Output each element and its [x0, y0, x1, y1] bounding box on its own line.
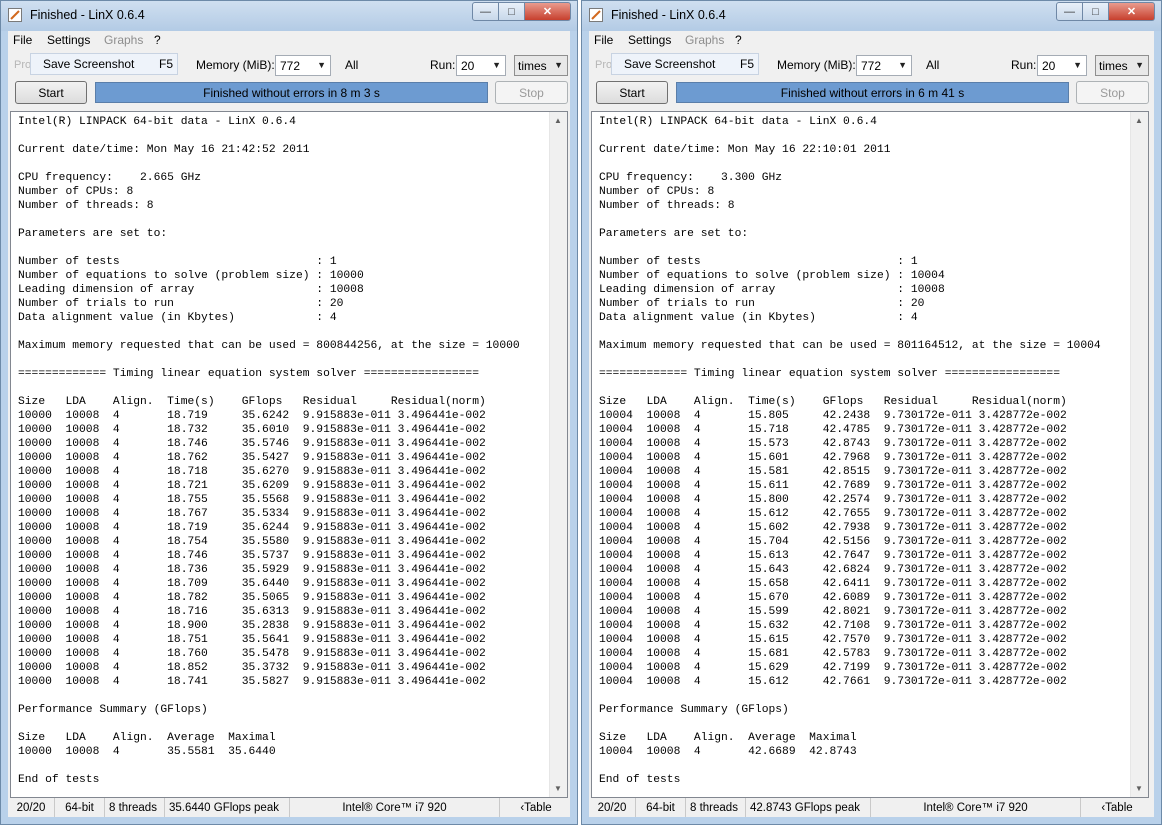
run-count-combo[interactable]: 20 ▼: [456, 55, 506, 76]
run-label: Run:: [430, 58, 456, 72]
scroll-up-icon[interactable]: ▲: [1131, 112, 1147, 129]
chevron-down-icon: ▼: [1073, 60, 1082, 70]
start-button[interactable]: Start: [596, 81, 668, 104]
linx-window-left: Finished - LinX 0.6.4 — □ ✕ File Setting…: [0, 0, 578, 825]
all-memory-toggle[interactable]: All: [345, 58, 358, 72]
menu-settings[interactable]: Settings: [47, 33, 90, 47]
close-icon[interactable]: ✕: [525, 2, 571, 21]
save-screenshot-tooltip[interactable]: Save Screenshot F5: [611, 53, 759, 75]
scroll-up-icon[interactable]: ▲: [550, 112, 566, 129]
run-count-value: 20: [1042, 59, 1056, 73]
bitness: 64-bit: [636, 798, 686, 817]
chevron-down-icon: ▼: [1135, 60, 1144, 70]
linx-app-icon: [589, 8, 603, 22]
stop-button[interactable]: Stop: [495, 81, 568, 104]
window-title: Finished - LinX 0.6.4: [611, 8, 726, 22]
progress-count: 20/20: [589, 798, 636, 817]
save-screenshot-label: Save Screenshot: [624, 57, 716, 71]
chevron-down-icon: ▼: [554, 60, 563, 70]
title-bar[interactable]: Finished - LinX 0.6.4 — □ ✕: [582, 1, 1161, 31]
vertical-scrollbar[interactable]: ▲ ▼: [549, 112, 567, 797]
linx-window-right: Finished - LinX 0.6.4 — □ ✕ File Setting…: [581, 0, 1162, 825]
all-memory-toggle[interactable]: All: [926, 58, 939, 72]
vertical-scrollbar[interactable]: ▲ ▼: [1130, 112, 1148, 797]
output-text: Intel(R) LINPACK 64-bit data - LinX 0.6.…: [599, 116, 1101, 786]
output-log[interactable]: Intel(R) LINPACK 64-bit data - LinX 0.6.…: [10, 111, 568, 798]
scroll-down-icon[interactable]: ▼: [1131, 780, 1147, 797]
status-field: Finished without errors in 6 m 41 s: [676, 82, 1069, 103]
progress-count: 20/20: [8, 798, 55, 817]
chevron-down-icon: ▼: [317, 60, 326, 70]
maximize-icon[interactable]: □: [1083, 2, 1109, 21]
cpu-model: Intel® Core™ i7 920: [290, 798, 500, 817]
start-button[interactable]: Start: [15, 81, 87, 104]
menu-bar: File Settings Graphs ?: [589, 31, 1154, 50]
window-title: Finished - LinX 0.6.4: [30, 8, 145, 22]
run-count-value: 20: [461, 59, 475, 73]
save-screenshot-tooltip[interactable]: Save Screenshot F5: [30, 53, 178, 75]
run-unit-combo[interactable]: times ▼: [1095, 55, 1149, 76]
menu-file[interactable]: File: [13, 33, 32, 47]
memory-label: Memory (MiB):: [777, 58, 856, 72]
memory-label: Memory (MiB):: [196, 58, 275, 72]
output-log[interactable]: Intel(R) LINPACK 64-bit data - LinX 0.6.…: [591, 111, 1149, 798]
memory-combo[interactable]: 772 ▼: [856, 55, 912, 76]
memory-combo[interactable]: 772 ▼: [275, 55, 331, 76]
menu-help[interactable]: ?: [154, 33, 161, 47]
menu-bar: File Settings Graphs ?: [8, 31, 570, 50]
cpu-model: Intel® Core™ i7 920: [871, 798, 1081, 817]
menu-settings[interactable]: Settings: [628, 33, 671, 47]
status-bar: 20/20 64-bit 8 threads 42.8743 GFlops pe…: [589, 798, 1154, 817]
output-text: Intel(R) LINPACK 64-bit data - LinX 0.6.…: [18, 116, 520, 786]
minimize-icon[interactable]: —: [472, 2, 499, 21]
run-count-combo[interactable]: 20 ▼: [1037, 55, 1087, 76]
save-screenshot-shortcut: F5: [159, 57, 174, 71]
menu-graphs[interactable]: Graphs: [685, 33, 724, 47]
memory-value: 772: [280, 59, 301, 73]
save-screenshot-shortcut: F5: [740, 57, 755, 71]
close-icon[interactable]: ✕: [1109, 2, 1155, 21]
minimize-icon[interactable]: —: [1056, 2, 1083, 21]
peak-gflops: 42.8743 GFlops peak: [746, 798, 871, 817]
save-screenshot-label: Save Screenshot: [43, 57, 135, 71]
chevron-down-icon: ▼: [492, 60, 501, 70]
status-field: Finished without errors in 8 m 3 s: [95, 82, 488, 103]
chevron-down-icon: ▼: [898, 60, 907, 70]
menu-graphs[interactable]: Graphs: [104, 33, 143, 47]
thread-count: 8 threads: [105, 798, 165, 817]
run-unit-combo[interactable]: times ▼: [514, 55, 568, 76]
run-unit-value: times: [518, 59, 547, 73]
memory-value: 772: [861, 59, 882, 73]
scroll-down-icon[interactable]: ▼: [550, 780, 566, 797]
maximize-icon[interactable]: □: [499, 2, 525, 21]
run-unit-value: times: [1099, 59, 1128, 73]
menu-help[interactable]: ?: [735, 33, 742, 47]
table-toggle[interactable]: ‹Table: [1081, 798, 1153, 817]
menu-file[interactable]: File: [594, 33, 613, 47]
title-bar[interactable]: Finished - LinX 0.6.4 — □ ✕: [1, 1, 577, 31]
thread-count: 8 threads: [686, 798, 746, 817]
peak-gflops: 35.6440 GFlops peak: [165, 798, 290, 817]
status-bar: 20/20 64-bit 8 threads 35.6440 GFlops pe…: [8, 798, 570, 817]
stop-button[interactable]: Stop: [1076, 81, 1149, 104]
table-toggle[interactable]: ‹Table: [500, 798, 572, 817]
run-label: Run:: [1011, 58, 1037, 72]
bitness: 64-bit: [55, 798, 105, 817]
linx-app-icon: [8, 8, 22, 22]
